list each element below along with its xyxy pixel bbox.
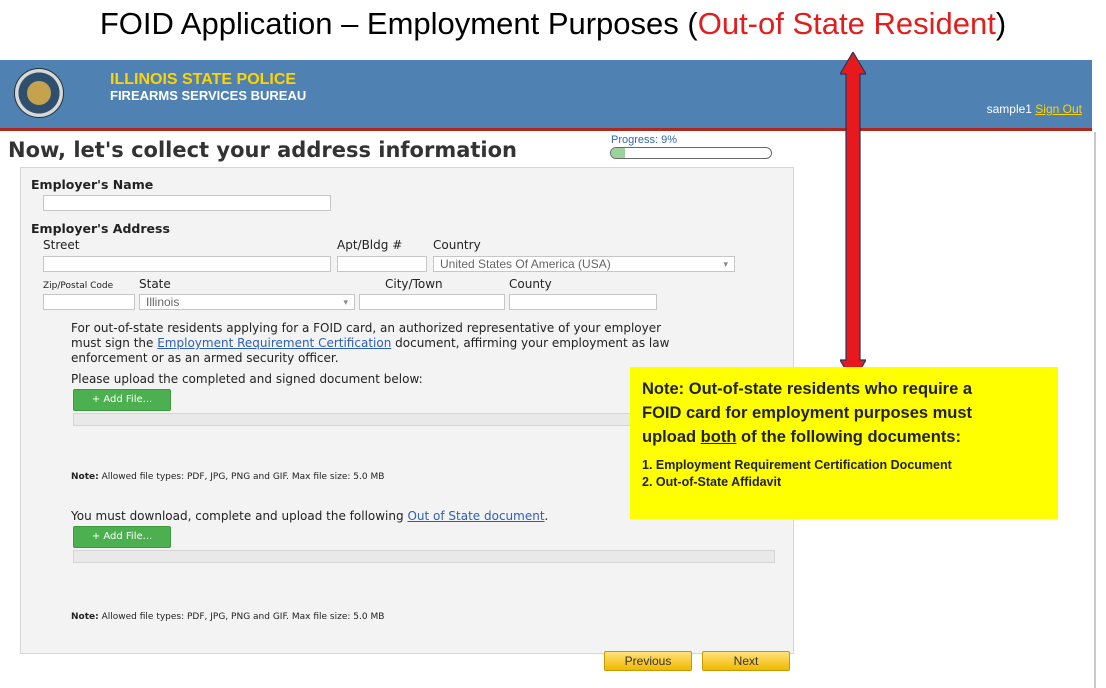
instructions-line-2-suffix: document, affirming your employment as l… bbox=[395, 336, 670, 350]
page-title: Now, let's collect your address informat… bbox=[8, 138, 517, 162]
file-types-note-1-prefix: Note: bbox=[71, 472, 99, 482]
username: sample1 bbox=[986, 102, 1032, 116]
state-police-seal-icon bbox=[14, 68, 64, 118]
employment-certification-link[interactable]: Employment Requirement Certification bbox=[157, 336, 391, 350]
employer-name-input[interactable] bbox=[43, 195, 331, 211]
required-documents-list: 1. Employment Requirement Certification … bbox=[642, 457, 1046, 491]
progress-label: Progress: 9% bbox=[611, 134, 678, 146]
next-button[interactable]: Next bbox=[702, 651, 790, 671]
site-header: ILLINOIS STATE POLICE FIREARMS SERVICES … bbox=[0, 60, 1092, 131]
instructions-line-2-text: must sign the bbox=[71, 336, 154, 350]
required-document-2: 2. Out-of-State Affidavit bbox=[642, 475, 782, 489]
slide-title-highlight: Out-of State Resident bbox=[697, 6, 996, 41]
city-input[interactable] bbox=[359, 294, 505, 310]
download-instruction: You must download, complete and upload t… bbox=[71, 509, 548, 524]
required-document-1: 1. Employment Requirement Certification … bbox=[642, 458, 952, 472]
upload-instruction: Please upload the completed and signed d… bbox=[71, 372, 423, 386]
apt-label: Apt/Bldg # bbox=[337, 238, 403, 252]
add-file-button-2[interactable]: + Add File... bbox=[73, 526, 171, 548]
file-dropzone-2[interactable] bbox=[73, 550, 775, 563]
progress-bar-fill bbox=[611, 148, 626, 158]
instructions-line-3: enforcement or as an armed security offi… bbox=[71, 351, 339, 365]
employer-name-label: Employer's Name bbox=[31, 177, 154, 192]
slide-title-suffix: ) bbox=[995, 6, 1007, 41]
requirements-callout: Note: Out-of-state residents who require… bbox=[630, 367, 1058, 519]
page-divider bbox=[1094, 132, 1096, 688]
instructions-line-2: must sign the Employment Requirement Cer… bbox=[71, 336, 781, 351]
state-select[interactable]: Illinois ▾ bbox=[139, 294, 355, 310]
slide-title-prefix: FOID Application – Employment Purposes ( bbox=[99, 6, 698, 41]
country-label: Country bbox=[433, 238, 481, 252]
employment-instructions: For out-of-state residents applying for … bbox=[71, 321, 781, 366]
previous-button[interactable]: Previous bbox=[604, 651, 692, 671]
download-instruction-text: You must download, complete and upload t… bbox=[71, 509, 404, 523]
city-label: City/Town bbox=[385, 277, 443, 291]
country-select[interactable]: United States Of America (USA) ▾ bbox=[433, 256, 735, 272]
chevron-down-icon: ▾ bbox=[343, 297, 348, 307]
slide-title: FOID Application – Employment Purposes (… bbox=[0, 6, 1106, 42]
callout-line-3-prefix: upload bbox=[642, 428, 697, 446]
employer-address-label: Employer's Address bbox=[31, 221, 170, 236]
county-label: County bbox=[509, 277, 552, 291]
sign-out-link[interactable]: Sign Out bbox=[1035, 102, 1082, 116]
file-types-note-2-text: Allowed file types: PDF, JPG, PNG and GI… bbox=[101, 612, 385, 622]
out-of-state-document-link[interactable]: Out of State document bbox=[407, 509, 544, 523]
file-types-note-2: Note: Allowed file types: PDF, JPG, PNG … bbox=[71, 612, 384, 622]
progress-bar bbox=[610, 147, 772, 159]
callout-line-3: upload both of the following documents: bbox=[642, 425, 1046, 449]
file-types-note-1-text: Allowed file types: PDF, JPG, PNG and GI… bbox=[101, 472, 385, 482]
apt-input[interactable] bbox=[337, 256, 427, 272]
zip-label-text: Zip/Postal Code bbox=[43, 281, 114, 291]
callout-text: Note: Out-of-state residents who require… bbox=[642, 377, 1046, 449]
instructions-line-1: For out-of-state residents applying for … bbox=[71, 321, 662, 335]
add-file-button-1[interactable]: + Add File... bbox=[73, 389, 171, 411]
callout-emphasis: both bbox=[700, 428, 737, 446]
bureau-name: FIREARMS SERVICES BUREAU bbox=[110, 88, 307, 103]
country-select-value: United States Of America (USA) bbox=[440, 257, 611, 271]
chevron-down-icon: ▾ bbox=[723, 259, 728, 269]
agency-name: ILLINOIS STATE POLICE bbox=[110, 71, 297, 88]
download-instruction-suffix: . bbox=[544, 509, 549, 523]
callout-line-1: Note: Out-of-state residents who require… bbox=[642, 380, 973, 398]
state-select-value: Illinois bbox=[146, 295, 180, 309]
zip-label: Zip/Postal Code bbox=[43, 277, 113, 291]
double-arrow-icon bbox=[840, 52, 866, 382]
file-types-note-1: Note: Allowed file types: PDF, JPG, PNG … bbox=[71, 472, 384, 482]
state-label: State bbox=[139, 277, 171, 291]
user-area: sample1 Sign Out bbox=[987, 102, 1082, 116]
zip-input[interactable] bbox=[43, 294, 135, 310]
street-label: Street bbox=[43, 238, 80, 252]
street-input[interactable] bbox=[43, 256, 331, 272]
file-types-note-2-prefix: Note: bbox=[71, 612, 99, 622]
callout-line-3-suffix: of the following documents: bbox=[741, 428, 961, 446]
county-input[interactable] bbox=[509, 294, 657, 310]
callout-line-2: FOID card for employment purposes must bbox=[642, 404, 973, 422]
